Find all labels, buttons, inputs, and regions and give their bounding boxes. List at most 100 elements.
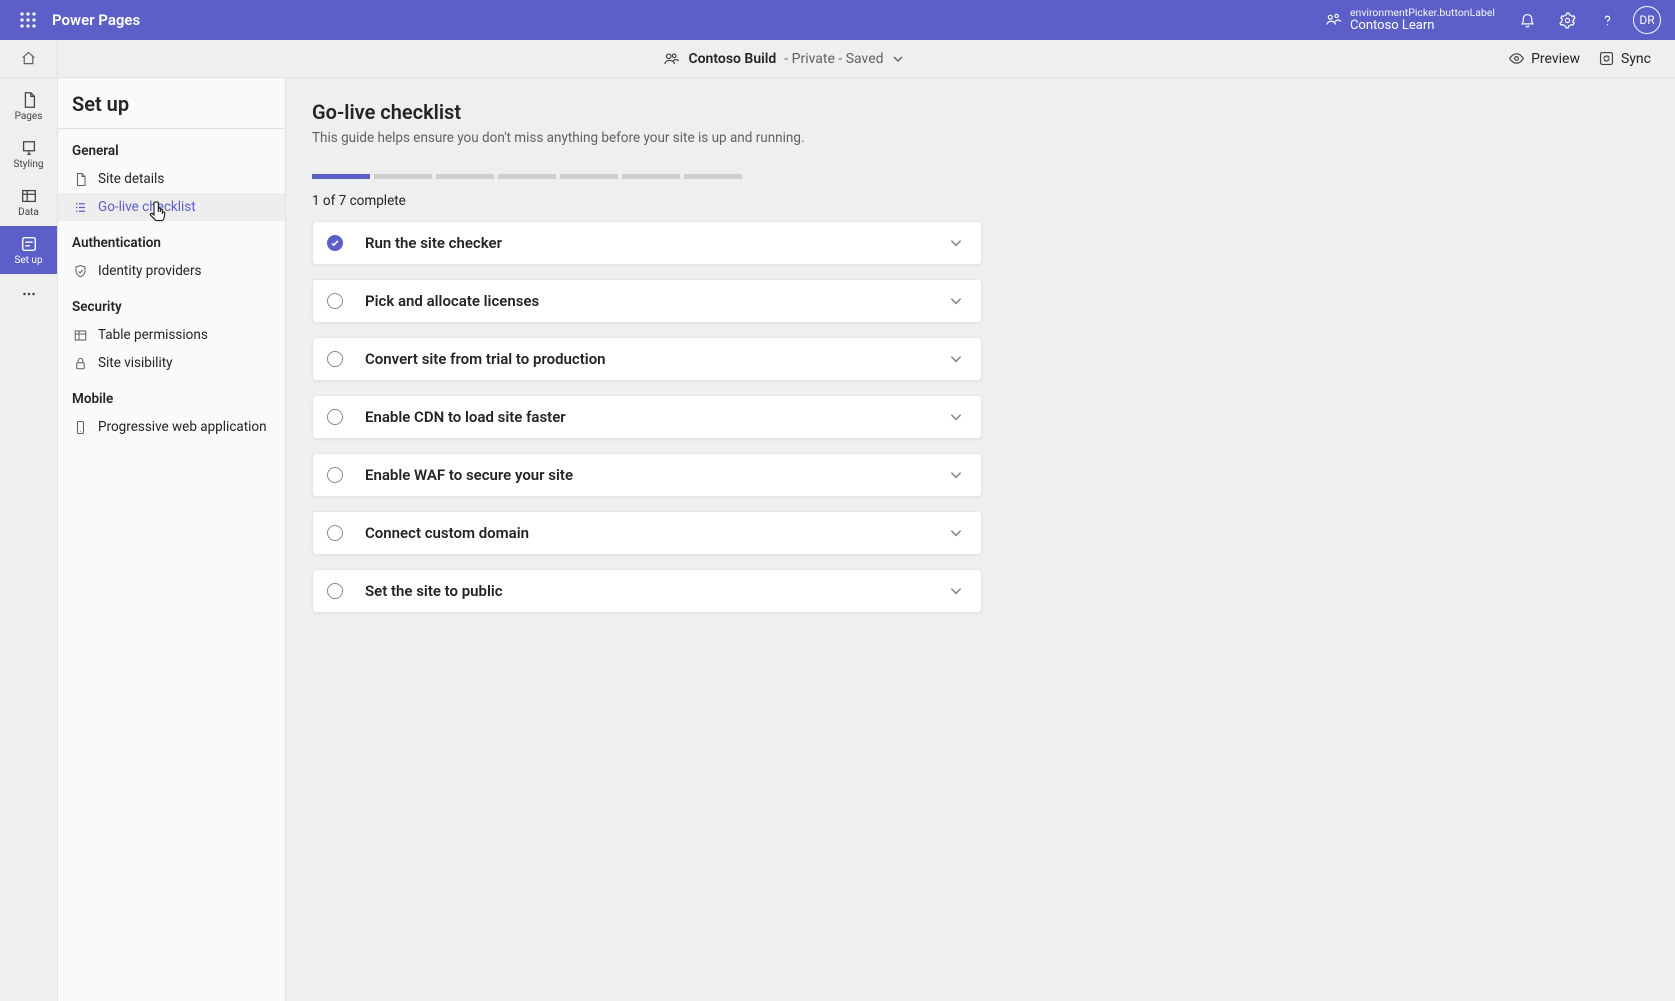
gear-icon	[1559, 12, 1576, 29]
sidebar-item-label: Table permissions	[98, 327, 208, 343]
rail-pages[interactable]: Pages	[0, 82, 57, 130]
settings-button[interactable]	[1547, 0, 1587, 40]
preview-button[interactable]: Preview	[1508, 50, 1580, 67]
environment-icon	[1324, 11, 1342, 29]
chevron-down-icon	[949, 410, 963, 424]
chevron-down-icon	[949, 236, 963, 250]
checklist-item-label: Run the site checker	[365, 234, 949, 252]
chevron-down-icon	[949, 294, 963, 308]
sidebar-item-identity[interactable]: Identity providers	[58, 257, 285, 285]
checklist-item-label: Pick and allocate licenses	[365, 292, 949, 310]
sidebar-item-site-details[interactable]: Site details	[58, 165, 285, 193]
checklist-icon	[72, 199, 88, 215]
checklist: Run the site checker Pick and allocate li…	[312, 221, 982, 613]
section-mobile: Mobile	[58, 377, 285, 413]
checklist-item[interactable]: Connect custom domain	[312, 511, 982, 555]
checklist-item[interactable]: Run the site checker	[312, 221, 982, 265]
progress-segment	[684, 174, 742, 179]
checklist-item-label: Enable CDN to load site faster	[365, 408, 949, 426]
rail-setup[interactable]: Set up	[0, 226, 57, 274]
environment-picker[interactable]: environmentPicker.buttonLabel Contoso Le…	[1324, 7, 1495, 34]
home-icon	[20, 50, 37, 67]
styling-icon	[20, 139, 38, 157]
preview-label: Preview	[1531, 51, 1580, 67]
sidebar-title: Set up	[72, 92, 271, 116]
help-icon	[1599, 12, 1616, 29]
rail-label: Set up	[14, 255, 42, 266]
chevron-down-icon	[892, 53, 904, 65]
checklist-item-label: Enable WAF to secure your site	[365, 466, 949, 484]
checklist-item[interactable]: Set the site to public	[312, 569, 982, 613]
site-header: Contoso Build - Private - Saved Preview …	[0, 40, 1675, 78]
sidebar-item-label: Identity providers	[98, 263, 202, 279]
site-switcher[interactable]: Contoso Build - Private - Saved	[58, 50, 1508, 68]
chevron-down-icon	[949, 352, 963, 366]
sidebar-item-label: Go-live checklist	[98, 199, 196, 215]
sync-label: Sync	[1621, 51, 1651, 67]
sync-button[interactable]: Sync	[1598, 50, 1651, 67]
checklist-item[interactable]: Enable WAF to secure your site	[312, 453, 982, 497]
progress-bar	[312, 174, 1649, 179]
bell-icon	[1519, 12, 1536, 29]
page-subtitle: This guide helps ensure you don't miss a…	[312, 130, 1649, 146]
lock-icon	[72, 355, 88, 371]
sidebar-item-pwa[interactable]: Progressive web application	[58, 413, 285, 441]
rail-data[interactable]: Data	[0, 178, 57, 226]
check-empty-icon	[327, 409, 343, 425]
chevron-down-icon	[949, 468, 963, 482]
sidebar-item-site-visibility[interactable]: Site visibility	[58, 349, 285, 377]
section-security: Security	[58, 285, 285, 321]
account-button[interactable]: DR	[1627, 0, 1667, 40]
sidebar-item-label: Site details	[98, 171, 164, 187]
check-complete-icon	[327, 235, 343, 251]
rail-styling[interactable]: Styling	[0, 130, 57, 178]
check-empty-icon	[327, 293, 343, 309]
rail-label: Pages	[15, 111, 43, 122]
checklist-item[interactable]: Convert site from trial to production	[312, 337, 982, 381]
progress-segment	[374, 174, 432, 179]
sync-icon	[1598, 50, 1615, 67]
check-empty-icon	[327, 467, 343, 483]
phone-icon	[72, 419, 88, 435]
environment-label: Contoso Learn	[1350, 19, 1495, 34]
chevron-down-icon	[949, 584, 963, 598]
site-status: - Private - Saved	[784, 51, 883, 67]
eye-icon	[1508, 50, 1525, 67]
shield-icon	[72, 263, 88, 279]
data-icon	[20, 187, 38, 205]
main-content: Go-live checklist This guide helps ensur…	[286, 78, 1675, 1001]
people-icon	[662, 50, 680, 68]
progress-segment	[622, 174, 680, 179]
checklist-item-label: Connect custom domain	[365, 524, 949, 542]
help-button[interactable]	[1587, 0, 1627, 40]
home-button[interactable]	[0, 40, 58, 77]
rail-more[interactable]	[0, 274, 57, 314]
chevron-down-icon	[949, 526, 963, 540]
page-title: Go-live checklist	[312, 100, 1649, 124]
app-launcher-button[interactable]	[8, 0, 48, 40]
page-icon	[20, 91, 38, 109]
checklist-item[interactable]: Pick and allocate licenses	[312, 279, 982, 323]
waffle-icon	[20, 12, 36, 28]
avatar: DR	[1633, 6, 1661, 34]
check-empty-icon	[327, 583, 343, 599]
app-header: Power Pages environmentPicker.buttonLabe…	[0, 0, 1675, 40]
sidebar-item-go-live[interactable]: Go-live checklist	[58, 193, 285, 221]
checklist-item[interactable]: Enable CDN to load site faster	[312, 395, 982, 439]
rail-label: Data	[18, 207, 39, 218]
notifications-button[interactable]	[1507, 0, 1547, 40]
check-empty-icon	[327, 351, 343, 367]
app-title: Power Pages	[52, 11, 140, 29]
section-authentication: Authentication	[58, 221, 285, 257]
progress-segment	[560, 174, 618, 179]
more-icon	[20, 285, 38, 303]
sidebar: Set up General Site details Go-live chec…	[58, 78, 286, 1001]
progress-text: 1 of 7 complete	[312, 193, 1649, 209]
progress-segment	[436, 174, 494, 179]
sidebar-item-label: Site visibility	[98, 355, 173, 371]
document-icon	[72, 171, 88, 187]
progress-segment	[498, 174, 556, 179]
environment-label-small: environmentPicker.buttonLabel	[1350, 7, 1495, 19]
sidebar-item-table-permissions[interactable]: Table permissions	[58, 321, 285, 349]
rail-label: Styling	[14, 159, 44, 170]
